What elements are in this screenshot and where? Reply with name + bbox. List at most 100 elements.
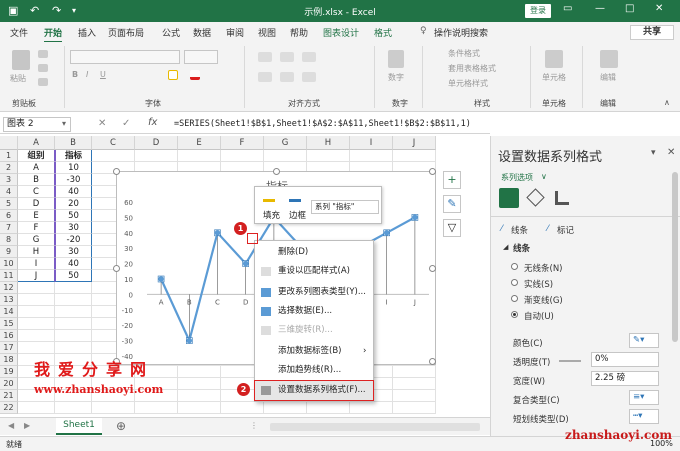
menu-reset-style[interactable]: 重设以匹配样式(A) bbox=[255, 262, 373, 281]
section-collapse-icon[interactable]: ◢ bbox=[503, 243, 508, 251]
row-header[interactable]: 1 bbox=[0, 150, 18, 162]
cell[interactable] bbox=[221, 150, 264, 162]
fill-color-icon[interactable] bbox=[168, 70, 178, 80]
radio-automatic[interactable] bbox=[511, 311, 518, 318]
menu-change-chart-type[interactable]: 更改系列图表类型(Y)... bbox=[255, 283, 373, 302]
row-header[interactable]: 12 bbox=[0, 282, 18, 294]
chart-resize-handle[interactable] bbox=[113, 265, 120, 272]
cell[interactable] bbox=[55, 294, 92, 306]
column-header[interactable]: B bbox=[55, 136, 92, 150]
cell[interactable] bbox=[135, 150, 178, 162]
fill-label[interactable]: 填充 bbox=[263, 209, 280, 221]
cell[interactable] bbox=[221, 402, 264, 414]
format-painter-icon[interactable] bbox=[38, 78, 48, 86]
cell[interactable]: 30 bbox=[55, 246, 92, 258]
maximize-button[interactable]: □ bbox=[625, 3, 634, 14]
column-header[interactable]: J bbox=[393, 136, 436, 150]
row-header[interactable]: 16 bbox=[0, 330, 18, 342]
tab-view[interactable]: 视图 bbox=[258, 26, 276, 39]
cell[interactable] bbox=[18, 342, 55, 354]
cell[interactable] bbox=[178, 366, 221, 378]
tab-insert[interactable]: 插入 bbox=[78, 26, 96, 39]
tab-data[interactable]: 数据 bbox=[193, 26, 211, 39]
tab-file[interactable]: 文件 bbox=[10, 26, 28, 39]
cell[interactable]: J bbox=[18, 270, 55, 282]
cell[interactable] bbox=[393, 366, 436, 378]
ribbon-display-icon[interactable]: ▭ bbox=[563, 3, 572, 14]
cell[interactable]: G bbox=[18, 234, 55, 246]
paste-icon[interactable] bbox=[12, 50, 30, 70]
cell[interactable]: 50 bbox=[55, 210, 92, 222]
cell-style-button[interactable]: 单元格样式 bbox=[448, 78, 488, 89]
formula-input[interactable]: =SERIES(Sheet1!$B$1,Sheet1!$A$2:$A$11,Sh… bbox=[174, 119, 471, 129]
minimize-button[interactable]: — bbox=[595, 3, 605, 14]
row-header[interactable]: 21 bbox=[0, 390, 18, 402]
underline-icon[interactable]: U bbox=[100, 70, 106, 79]
series-options-dropdown[interactable]: 系列选项 bbox=[501, 172, 533, 183]
cell[interactable]: I bbox=[18, 258, 55, 270]
column-header[interactable]: D bbox=[135, 136, 178, 150]
cell[interactable] bbox=[350, 402, 393, 414]
sheet-tab-sheet1[interactable]: Sheet1 bbox=[56, 418, 102, 435]
tab-home[interactable]: 开始 bbox=[44, 26, 63, 43]
pane-options-icon[interactable]: ▾ bbox=[651, 148, 656, 158]
insert-function-icon[interactable]: fx bbox=[148, 117, 157, 128]
cell[interactable] bbox=[92, 150, 135, 162]
new-sheet-icon[interactable]: ⊕ bbox=[116, 419, 126, 433]
row-header[interactable]: 14 bbox=[0, 306, 18, 318]
cell[interactable] bbox=[307, 150, 350, 162]
cell[interactable]: 40 bbox=[55, 186, 92, 198]
copy-icon[interactable] bbox=[38, 64, 48, 72]
cell[interactable] bbox=[350, 150, 393, 162]
row-header[interactable]: 15 bbox=[0, 318, 18, 330]
cell[interactable]: 组别 bbox=[18, 150, 55, 162]
horizontal-scrollbar[interactable] bbox=[270, 423, 480, 431]
cancel-icon[interactable]: ✕ bbox=[98, 118, 106, 129]
cell[interactable]: 10 bbox=[55, 162, 92, 174]
cell[interactable] bbox=[55, 318, 92, 330]
close-button[interactable]: ✕ bbox=[655, 3, 663, 14]
name-box-dropdown-icon[interactable]: ▾ bbox=[62, 119, 66, 128]
tab-marker[interactable]: 标记 bbox=[557, 224, 574, 236]
row-header[interactable]: 18 bbox=[0, 354, 18, 366]
cell[interactable] bbox=[178, 390, 221, 402]
bold-icon[interactable]: B bbox=[72, 70, 78, 79]
align-center-icon[interactable] bbox=[280, 72, 294, 82]
chart-resize-handle[interactable] bbox=[429, 265, 436, 272]
row-header[interactable]: 11 bbox=[0, 270, 18, 282]
menu-add-trendline[interactable]: 添加趋势线(R)... bbox=[255, 361, 373, 380]
row-header[interactable]: 19 bbox=[0, 366, 18, 378]
cell[interactable] bbox=[18, 330, 55, 342]
cell[interactable] bbox=[178, 150, 221, 162]
cell[interactable]: 40 bbox=[55, 258, 92, 270]
tab-format[interactable]: 格式 bbox=[374, 26, 392, 39]
align-top-icon[interactable] bbox=[258, 52, 272, 62]
cell[interactable]: B bbox=[18, 174, 55, 186]
cell[interactable] bbox=[18, 402, 55, 414]
align-bottom-icon[interactable] bbox=[302, 52, 316, 62]
column-header[interactable]: H bbox=[307, 136, 350, 150]
transparency-slider[interactable] bbox=[559, 360, 581, 362]
cell[interactable] bbox=[393, 150, 436, 162]
row-header[interactable]: 8 bbox=[0, 234, 18, 246]
editing-icon[interactable] bbox=[600, 50, 618, 68]
row-header[interactable]: 10 bbox=[0, 258, 18, 270]
conditional-format-button[interactable]: 条件格式 bbox=[448, 48, 480, 59]
cell[interactable] bbox=[178, 402, 221, 414]
tab-page-layout[interactable]: 页面布局 bbox=[108, 26, 144, 39]
scroll-left-icon[interactable]: ◀ bbox=[8, 421, 14, 430]
radio-solid[interactable] bbox=[511, 279, 518, 286]
cell[interactable] bbox=[18, 318, 55, 330]
cell[interactable] bbox=[135, 402, 178, 414]
row-header[interactable]: 6 bbox=[0, 210, 18, 222]
table-format-button[interactable]: 套用表格格式 bbox=[448, 63, 496, 74]
chart-resize-handle[interactable] bbox=[429, 168, 436, 175]
collapse-ribbon-icon[interactable]: ∧ bbox=[664, 98, 670, 107]
cell[interactable] bbox=[18, 294, 55, 306]
align-right-icon[interactable] bbox=[302, 72, 316, 82]
italic-icon[interactable]: I bbox=[86, 70, 88, 79]
row-header[interactable]: 9 bbox=[0, 246, 18, 258]
column-header[interactable]: F bbox=[221, 136, 264, 150]
menu-select-data[interactable]: 选择数据(E)... bbox=[255, 302, 373, 321]
share-button[interactable]: 共享 bbox=[630, 25, 674, 40]
